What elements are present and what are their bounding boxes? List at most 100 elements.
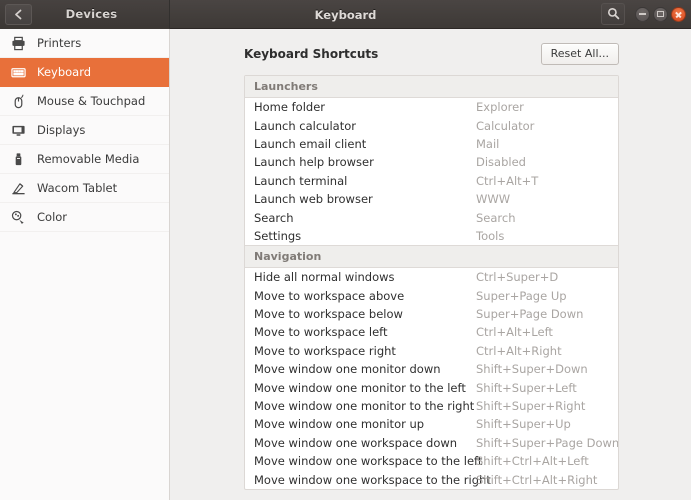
minimize-button[interactable] <box>635 7 650 22</box>
shortcut-accel[interactable]: WWW <box>476 192 510 206</box>
table-row[interactable]: Move window one monitor up Shift+Super+U… <box>245 415 618 433</box>
shortcut-name: Move window one monitor to the left <box>254 381 476 395</box>
table-row[interactable]: Launch web browser WWW <box>245 190 618 208</box>
shortcut-accel[interactable]: Ctrl+Alt+T <box>476 174 538 188</box>
table-row[interactable]: Launch email client Mail <box>245 135 618 153</box>
shortcut-accel[interactable]: Shift+Super+Right <box>476 399 585 413</box>
window-buttons <box>635 7 686 22</box>
table-row[interactable]: Move to workspace right Ctrl+Alt+Right <box>245 342 618 360</box>
window-body: Printers Keyboard <box>0 29 691 500</box>
shortcut-name: Launch calculator <box>254 119 476 133</box>
table-row[interactable]: Settings Tools <box>245 227 618 245</box>
titlebar-left-pane: Devices <box>0 0 170 29</box>
table-row[interactable]: Move window one monitor to the right Shi… <box>245 397 618 415</box>
shortcut-name: Search <box>254 211 476 225</box>
shortcut-name: Move window one workspace down <box>254 436 476 450</box>
search-icon <box>607 5 620 24</box>
sidebar-item-displays[interactable]: Displays <box>0 116 169 145</box>
maximize-icon <box>657 11 664 17</box>
keyboard-icon <box>10 64 27 81</box>
sidebar-item-wacom-tablet[interactable]: Wacom Tablet <box>0 174 169 203</box>
display-icon <box>10 122 27 139</box>
table-row[interactable]: Launch help browser Disabled <box>245 153 618 171</box>
shortcut-accel[interactable]: Shift+Super+Down <box>476 362 588 376</box>
sidebar-item-label: Printers <box>37 36 81 50</box>
shortcut-name: Launch terminal <box>254 174 476 188</box>
table-row[interactable]: Move window one monitor to the left Shif… <box>245 378 618 396</box>
shortcut-name: Move to workspace left <box>254 325 476 339</box>
shortcut-name: Move window one monitor up <box>254 417 476 431</box>
color-profile-icon <box>10 209 27 226</box>
reset-all-button[interactable]: Reset All... <box>541 43 619 65</box>
shortcut-accel[interactable]: Super+Page Down <box>476 307 583 321</box>
maximize-button[interactable] <box>653 7 668 22</box>
sidebar-item-label: Keyboard <box>37 65 91 79</box>
shortcut-name: Launch web browser <box>254 192 476 206</box>
shortcut-accel[interactable]: Shift+Super+Page Down <box>476 436 619 450</box>
table-row[interactable]: Move window one monitor down Shift+Super… <box>245 360 618 378</box>
sidebar-item-label: Displays <box>37 123 85 137</box>
sidebar-item-keyboard[interactable]: Keyboard <box>0 58 169 87</box>
table-row[interactable]: Search Search <box>245 208 618 226</box>
shortcut-accel[interactable]: Ctrl+Alt+Left <box>476 325 553 339</box>
shortcut-name: Move window one workspace to the right <box>254 473 476 487</box>
table-row[interactable]: Move window one workspace to the left Sh… <box>245 452 618 470</box>
tablet-stylus-icon <box>10 180 27 197</box>
table-row[interactable]: Launch calculator Calculator <box>245 116 618 134</box>
main-header: Keyboard Shortcuts Reset All... <box>244 43 619 65</box>
table-row[interactable]: Move to workspace above Super+Page Up <box>245 287 618 305</box>
table-row[interactable]: Move to workspace left Ctrl+Alt+Left <box>245 323 618 341</box>
printer-icon <box>10 35 27 52</box>
shortcut-accel[interactable]: Explorer <box>476 100 524 114</box>
group-header-navigation: Navigation <box>245 245 618 268</box>
shortcut-accel[interactable]: Shift+Ctrl+Alt+Left <box>476 454 589 468</box>
page-title: Keyboard Shortcuts <box>244 47 378 61</box>
shortcut-name: Move window one monitor to the right <box>254 399 476 413</box>
shortcuts-list: Launchers Home folder Explorer Launch ca… <box>244 75 619 490</box>
sidebar: Printers Keyboard <box>0 29 170 500</box>
chevron-left-icon <box>14 9 23 20</box>
table-row[interactable]: Hide all normal windows Ctrl+Super+D <box>245 268 618 286</box>
shortcut-accel[interactable]: Ctrl+Super+D <box>476 270 558 284</box>
main-panel: Keyboard Shortcuts Reset All... Launcher… <box>170 29 691 500</box>
shortcut-accel[interactable]: Shift+Super+Left <box>476 381 577 395</box>
shortcut-accel[interactable]: Search <box>476 211 516 225</box>
shortcut-accel[interactable]: Ctrl+Alt+Right <box>476 344 562 358</box>
shortcut-name: Move to workspace below <box>254 307 476 321</box>
group-header-launchers: Launchers <box>245 76 618 98</box>
titlebar: Devices Keyboard <box>0 0 691 29</box>
usb-drive-icon <box>10 151 27 168</box>
shortcut-accel[interactable]: Super+Page Up <box>476 289 567 303</box>
shortcut-accel[interactable]: Shift+Ctrl+Alt+Right <box>476 473 597 487</box>
search-button[interactable] <box>601 3 625 25</box>
sidebar-item-label: Color <box>37 210 67 224</box>
sidebar-item-printers[interactable]: Printers <box>0 29 169 58</box>
table-row[interactable]: Move window one workspace to the right S… <box>245 470 618 488</box>
shortcut-name: Launch help browser <box>254 155 476 169</box>
shortcut-name: Hide all normal windows <box>254 270 476 284</box>
table-row[interactable]: Launch terminal Ctrl+Alt+T <box>245 172 618 190</box>
mouse-icon <box>10 93 27 110</box>
shortcut-accel[interactable]: Shift+Super+Up <box>476 417 571 431</box>
shortcut-name: Launch email client <box>254 137 476 151</box>
back-button[interactable] <box>5 4 32 25</box>
table-row[interactable]: Move window one workspace down Shift+Sup… <box>245 434 618 452</box>
shortcut-name: Move window one monitor down <box>254 362 476 376</box>
shortcut-accel[interactable]: Tools <box>476 229 504 243</box>
table-row[interactable]: Move to workspace below Super+Page Down <box>245 305 618 323</box>
close-button[interactable] <box>671 7 686 22</box>
shortcut-name: Move to workspace above <box>254 289 476 303</box>
sidebar-item-mouse-touchpad[interactable]: Mouse & Touchpad <box>0 87 169 116</box>
settings-window: Devices Keyboard <box>0 0 691 500</box>
minimize-icon <box>639 13 646 15</box>
shortcut-name: Move window one workspace to the left <box>254 454 476 468</box>
sidebar-item-label: Removable Media <box>37 152 139 166</box>
shortcut-name: Settings <box>254 229 476 243</box>
table-row[interactable]: Home folder Explorer <box>245 98 618 116</box>
titlebar-controls <box>601 0 691 29</box>
sidebar-item-color[interactable]: Color <box>0 203 169 232</box>
shortcut-accel[interactable]: Calculator <box>476 119 534 133</box>
sidebar-item-removable-media[interactable]: Removable Media <box>0 145 169 174</box>
shortcut-accel[interactable]: Mail <box>476 137 499 151</box>
shortcut-accel[interactable]: Disabled <box>476 155 526 169</box>
